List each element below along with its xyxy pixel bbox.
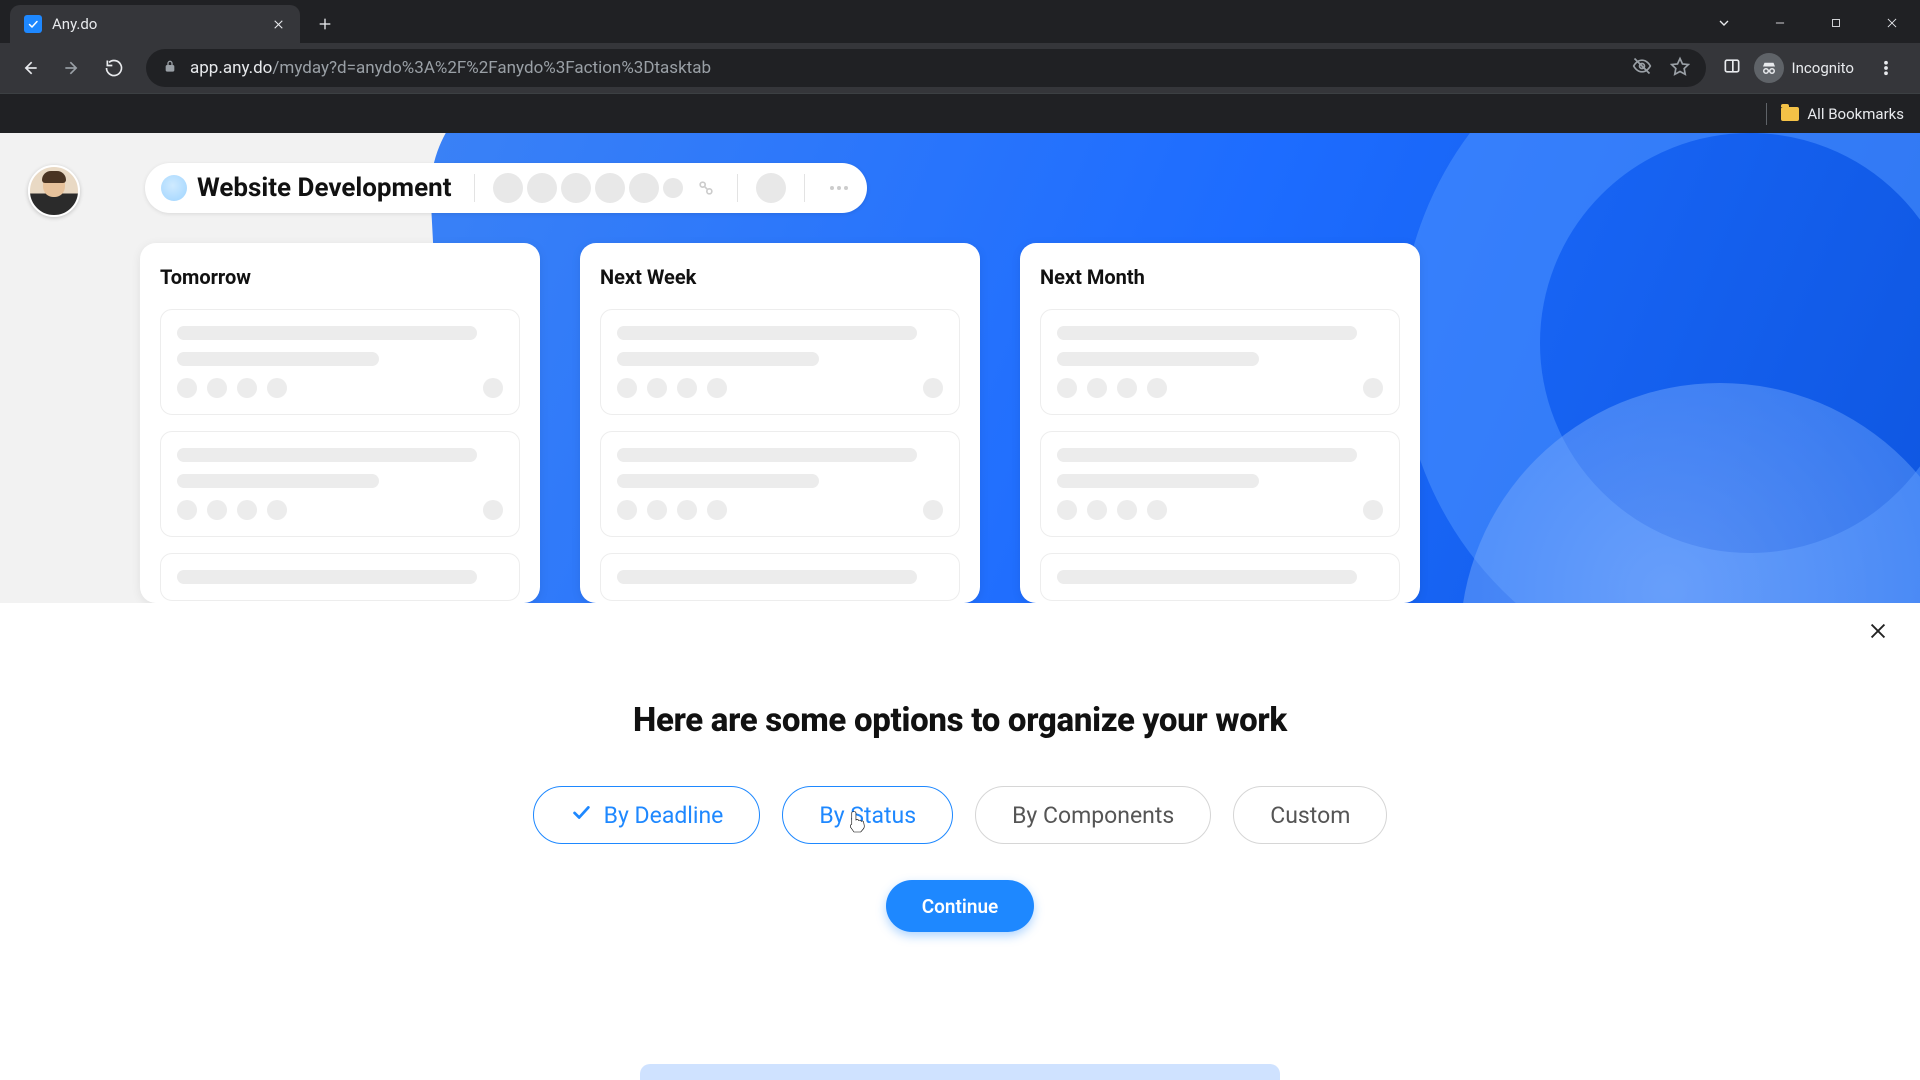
browser-tab[interactable]: Any.do <box>10 5 300 43</box>
avatar[interactable] <box>28 165 80 217</box>
column-tomorrow: Tomorrow <box>140 243 540 603</box>
organize-options: By Deadline By Status By Components Cust… <box>140 786 1780 844</box>
page-viewport: Website Development Tomorrow <box>0 133 1920 1080</box>
continue-button[interactable]: Continue <box>886 880 1035 932</box>
browser-menu-button[interactable] <box>1870 59 1902 77</box>
header-more-icon[interactable] <box>827 186 851 190</box>
browser-addressbar: app.any.do/myday?d=anydo%3A%2F%2Fanydo%3… <box>0 43 1920 93</box>
tab-search-caret-icon[interactable] <box>1696 3 1752 43</box>
option-custom[interactable]: Custom <box>1233 786 1387 844</box>
tab-title: Any.do <box>52 15 260 33</box>
window-close-icon[interactable] <box>1864 3 1920 43</box>
task-skeleton[interactable] <box>600 309 960 415</box>
url-input[interactable]: app.any.do/myday?d=anydo%3A%2F%2Fanydo%3… <box>146 49 1706 87</box>
side-panel-icon[interactable] <box>1722 56 1742 80</box>
lock-icon <box>162 58 178 79</box>
all-bookmarks-button[interactable]: All Bookmarks <box>1781 105 1904 123</box>
column-title: Next Month <box>1040 265 1400 289</box>
member-avatars[interactable] <box>493 173 683 203</box>
task-skeleton[interactable] <box>600 553 960 601</box>
url-host: app.any.do/myday?d=anydo%3A%2F%2Fanydo%3… <box>190 58 711 78</box>
option-label: By Deadline <box>604 802 724 829</box>
task-skeleton[interactable] <box>160 309 520 415</box>
task-skeleton[interactable] <box>1040 553 1400 601</box>
window-minimize-icon[interactable] <box>1752 3 1808 43</box>
globe-icon <box>161 175 187 201</box>
option-by-components[interactable]: By Components <box>975 786 1211 844</box>
tab-favicon <box>24 15 42 33</box>
column-next-month: Next Month <box>1020 243 1420 603</box>
modal-close-button[interactable] <box>1864 617 1892 645</box>
new-tab-button[interactable] <box>308 7 342 41</box>
folder-icon <box>1781 107 1799 121</box>
window-maximize-icon[interactable] <box>1808 3 1864 43</box>
column-title: Tomorrow <box>160 265 520 289</box>
check-icon <box>570 801 592 829</box>
option-by-status[interactable]: By Status <box>782 786 953 844</box>
tracking-off-icon[interactable] <box>1632 56 1652 81</box>
all-bookmarks-label: All Bookmarks <box>1807 105 1904 123</box>
option-label: By Components <box>1012 802 1174 829</box>
task-skeleton[interactable] <box>1040 431 1400 537</box>
option-by-deadline[interactable]: By Deadline <box>533 786 761 844</box>
nav-back-button[interactable] <box>12 50 48 86</box>
automation-icon[interactable] <box>693 175 719 201</box>
preview-peek <box>640 1064 1280 1080</box>
close-tab-icon[interactable] <box>270 16 286 32</box>
board-header: Website Development <box>145 163 867 213</box>
header-action[interactable] <box>756 173 786 203</box>
task-skeleton[interactable] <box>600 431 960 537</box>
board-title: Website Development <box>197 173 456 203</box>
incognito-label: Incognito <box>1792 59 1854 77</box>
incognito-icon <box>1754 53 1784 83</box>
bookmarks-bar: All Bookmarks <box>0 93 1920 133</box>
browser-titlebar: Any.do <box>0 0 1920 43</box>
board-columns: Tomorrow Next Week Next Month <box>140 243 1880 603</box>
task-skeleton[interactable] <box>160 431 520 537</box>
nav-forward-button[interactable] <box>54 50 90 86</box>
organize-modal: Here are some options to organize your w… <box>0 603 1920 1080</box>
column-next-week: Next Week <box>580 243 980 603</box>
column-title: Next Week <box>600 265 960 289</box>
modal-heading: Here are some options to organize your w… <box>140 701 1780 740</box>
option-label: Custom <box>1270 802 1350 829</box>
task-skeleton[interactable] <box>1040 309 1400 415</box>
incognito-chip[interactable]: Incognito <box>1754 53 1858 83</box>
option-label: By Status <box>819 802 916 829</box>
nav-reload-button[interactable] <box>96 50 132 86</box>
bookmark-star-icon[interactable] <box>1670 56 1690 81</box>
task-skeleton[interactable] <box>160 553 520 601</box>
